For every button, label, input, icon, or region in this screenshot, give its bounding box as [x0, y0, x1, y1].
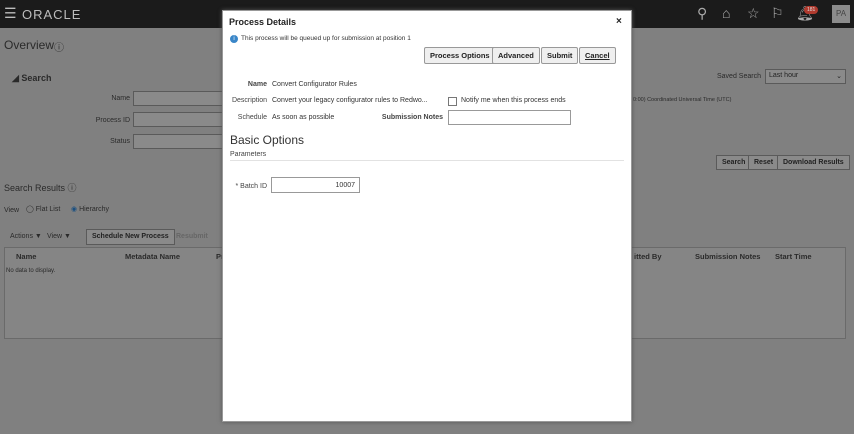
page-title: Overview [4, 38, 55, 52]
info-message: This process will be queued up for submi… [241, 35, 411, 42]
name-value: Convert Configurator Rules [272, 81, 357, 88]
parameters-label: Parameters [230, 151, 267, 158]
radio-flat-list[interactable]: ◯ Flat List [26, 205, 60, 213]
process-id-input[interactable] [133, 112, 223, 127]
col-submission-notes[interactable]: Submission Notes [695, 252, 760, 261]
close-icon[interactable]: × [616, 16, 622, 27]
flag-icon[interactable]: ⚐ [771, 5, 784, 22]
col-metadata-name[interactable]: Metadata Name [125, 252, 180, 261]
star-icon[interactable]: ☆ [747, 5, 760, 22]
search-title: Search [21, 73, 52, 83]
saved-search-label: Saved Search [717, 73, 761, 80]
home-icon[interactable]: ⌂ [722, 5, 730, 21]
results-title-text: Search Results [4, 183, 66, 193]
name-label: Name [111, 95, 130, 102]
search-results-title: Search Results ⓘ [4, 181, 77, 194]
help-icon[interactable]: ⓘ [68, 183, 77, 193]
resubmit-button[interactable]: Resubmit [176, 233, 208, 240]
description-label: Description [231, 97, 267, 104]
search-button[interactable]: Search [716, 155, 752, 170]
flat-list-label: Flat List [35, 206, 61, 213]
status-select[interactable] [133, 134, 223, 149]
divider [230, 160, 624, 161]
search-icon[interactable]: ⚲ [697, 5, 707, 22]
hamburger-menu-icon[interactable]: ☰ [4, 5, 17, 22]
oracle-logo[interactable]: ORACLE [22, 7, 81, 22]
submit-button[interactable]: Submit [541, 47, 579, 64]
col-submitted-by[interactable]: itted By [634, 252, 662, 261]
submission-notes-label: Submission Notes [381, 114, 443, 121]
saved-search-value: Last hour [769, 72, 799, 79]
basic-options-heading: Basic Options [230, 133, 305, 147]
advanced-button[interactable]: Advanced [492, 47, 540, 64]
notification-badge: 181 [804, 6, 819, 14]
notify-label: Notify me when this process ends [461, 97, 566, 104]
batch-id-label: * Batch ID [235, 183, 267, 190]
view-menu[interactable]: View ▼ [47, 233, 71, 240]
actions-menu[interactable]: Actions ▼ [10, 233, 42, 240]
batch-id-input[interactable]: 10007 [271, 177, 360, 193]
process-options-button[interactable]: Process Options [424, 47, 496, 64]
info-icon: i [230, 35, 238, 43]
col-start-time[interactable]: Start Time [775, 252, 812, 261]
schedule-label: Schedule [237, 114, 267, 121]
dialog-title: Process Details [229, 17, 297, 27]
description-value: Convert your legacy configurator rules t… [272, 97, 428, 104]
search-section-toggle[interactable]: ◢ Search [12, 73, 51, 84]
empty-message: No data to display. [6, 268, 56, 274]
name-label: Name [247, 81, 267, 88]
schedule-new-process-button[interactable]: Schedule New Process [86, 229, 175, 245]
col-name[interactable]: Name [16, 252, 36, 261]
process-details-dialog: Process Details × i This process will be… [222, 10, 632, 422]
view-label: View [4, 207, 20, 214]
submission-notes-input[interactable] [448, 110, 571, 125]
schedule-value: As soon as possible [272, 114, 335, 121]
cancel-button[interactable]: Cancel [579, 47, 616, 64]
name-input[interactable] [133, 91, 223, 106]
avatar[interactable]: PA [832, 5, 850, 23]
timezone-text: 0:00) Coordinated Universal Time (UTC) [633, 97, 732, 103]
process-id-label: Process ID [95, 117, 130, 124]
reset-button[interactable]: Reset [748, 155, 780, 170]
chevron-down-icon: ⌄ [836, 73, 842, 80]
notify-checkbox[interactable] [448, 97, 457, 106]
radio-hierarchy[interactable]: ◉ Hierarchy [71, 205, 109, 213]
hierarchy-label: Hierarchy [79, 206, 110, 213]
saved-search-select[interactable]: Last hour ⌄ [765, 69, 846, 84]
status-label: Status [110, 138, 130, 145]
download-results-button[interactable]: Download Results [777, 155, 850, 170]
help-icon[interactable]: ⓘ [54, 39, 64, 54]
